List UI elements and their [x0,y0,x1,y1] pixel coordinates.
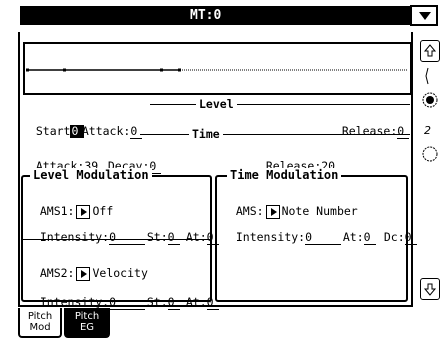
at1-row: At:0 [172,216,219,245]
tab-pitch-eg-line1: Pitch [74,311,100,322]
time-intensity-label: Intensity: [235,230,306,244]
ams2-select-icon[interactable] [76,266,91,281]
start-label: Start [35,124,71,138]
st1-label: St: [146,230,168,244]
eg-point-start [26,68,29,72]
scroll-down-button[interactable] [420,278,440,300]
intensity2-row: Intensity:0 [26,281,146,310]
level-section-title: Level [196,97,237,111]
ams1-row: AMS1: Off [26,190,113,219]
intensity1-row: Intensity:0 [26,216,146,245]
scroll-column: 2 [419,32,443,307]
level-mod-divider [21,239,212,240]
scroll-down-icon [423,283,437,296]
at2-label: At: [185,295,207,309]
eg-point-attack [63,68,66,72]
time-ams-row: AMS: Note Number [222,190,358,219]
scroll-up-button[interactable] [420,40,440,62]
level-divider [150,104,410,105]
header-bar: SOUND: Pitch MT:0 [0,0,443,42]
scroll-digit: 2 [424,124,431,137]
level-attack-value[interactable]: 0 [130,125,143,139]
time-dc-value[interactable]: 0 [404,231,417,245]
eg-curve [26,68,408,72]
time-dc-label: Dc: [383,230,405,244]
time-at-label: At: [342,230,364,244]
time-modulation-title: Time Modulation [227,168,342,182]
level-attack: Attack:0 [68,110,143,139]
jog-ring-icon[interactable] [420,144,440,164]
time-intensity-row: Intensity:0 [222,216,342,245]
mt-indicator: MT:0 [190,8,222,23]
st2-label: St: [146,295,168,309]
ams2-label: AMS2: [39,266,75,280]
level-modulation-title: Level Modulation [30,168,152,182]
ams2-value[interactable]: Velocity [92,266,147,280]
pitch-eg-graph [23,42,412,95]
level-release-value[interactable]: 0 [397,125,410,139]
level-attack-label: Attack: [81,124,131,138]
eg-point-release [178,68,181,72]
jog-knob-icon[interactable] [420,90,440,110]
time-at-row: At:0 [329,216,376,245]
at2-row: At:0 [172,281,219,310]
tab-pitch-mod-line2: Mod [29,322,51,333]
intensity2-label: Intensity: [39,295,110,309]
level-release-label: Release: [341,124,398,138]
tab-pitch-mod[interactable]: Pitch Mod [18,308,62,338]
eg-point-decay [160,68,163,72]
time-dc-row: Dc:0 [370,216,417,245]
tab-pitch-mod-line1: Pitch [27,311,53,322]
intensity1-label: Intensity: [39,230,110,244]
page-title: SOUND: Pitch MT:0 [20,6,410,42]
ams2-row: AMS2: Velocity [26,252,148,281]
tab-pitch-eg[interactable]: Pitch EG [64,308,110,338]
tab-pitch-eg-line2: EG [79,322,95,333]
scroll-tick-icon [425,67,429,85]
time-divider [140,134,410,135]
time-section-title: Time [189,127,223,141]
scroll-up-icon [423,44,437,57]
at1-label: At: [185,230,207,244]
page-menu-icon[interactable] [410,5,438,26]
